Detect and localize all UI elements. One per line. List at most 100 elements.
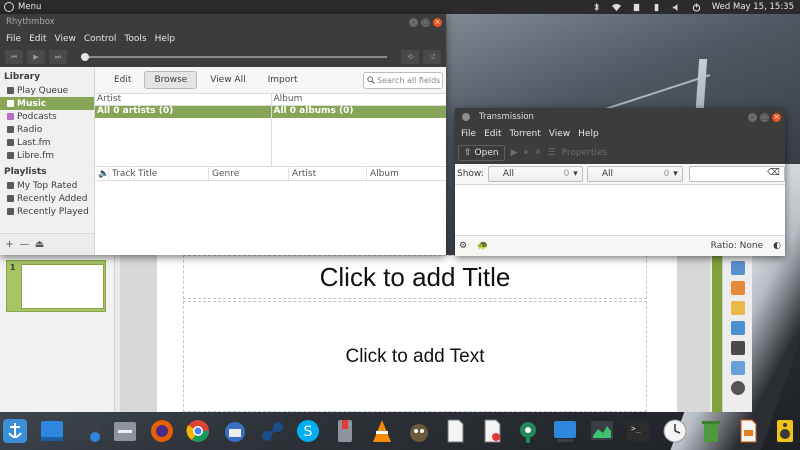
clock-datetime[interactable]: Wed May 15, 15:35 xyxy=(712,2,794,12)
slide-transition-icon[interactable] xyxy=(730,281,745,295)
steam-launcher[interactable] xyxy=(256,415,287,447)
gimp-launcher[interactable] xyxy=(403,415,434,447)
sidebar-item-podcasts[interactable]: Podcasts xyxy=(0,110,94,123)
torrent-list[interactable] xyxy=(455,185,785,235)
sidebar-item-recently-added[interactable]: Recently Added xyxy=(0,192,94,205)
shuffle-icon[interactable]: ⤮ xyxy=(423,50,441,64)
chrome-launcher[interactable] xyxy=(183,415,214,447)
add-playlist-button[interactable]: + xyxy=(3,238,16,251)
presentation-launcher[interactable] xyxy=(733,415,764,447)
preferences-gear-icon[interactable]: ⚙ xyxy=(459,241,467,251)
import-button[interactable]: Import xyxy=(259,72,307,88)
sidebar-item-librefm[interactable]: Libre.fm xyxy=(0,149,94,162)
firefox-launcher[interactable] xyxy=(147,415,178,447)
speaker-launcher[interactable] xyxy=(769,415,800,447)
clipboard-icon[interactable] xyxy=(632,3,641,12)
battery-icon[interactable] xyxy=(652,3,661,12)
monitor-launcher[interactable] xyxy=(586,415,617,447)
minimize-icon[interactable]: – xyxy=(409,17,418,27)
clock-launcher[interactable] xyxy=(659,415,690,447)
view-all-button[interactable]: View All xyxy=(201,72,254,88)
artist-all-row[interactable]: All 0 artists (0) xyxy=(95,106,271,118)
menu-help[interactable]: Help xyxy=(574,129,603,139)
menu-edit[interactable]: Edit xyxy=(25,34,50,44)
maximize-icon[interactable]: □ xyxy=(760,112,769,122)
master-slides-icon[interactable] xyxy=(730,321,745,335)
close-icon[interactable]: × xyxy=(433,17,442,27)
seek-slider[interactable] xyxy=(81,53,387,61)
turtle-speed-icon[interactable]: 🐢 xyxy=(477,241,488,251)
clear-search-icon[interactable]: ⌫ xyxy=(767,168,780,178)
power-icon[interactable] xyxy=(692,2,701,12)
slide-thumbnail-1[interactable]: 1 xyxy=(6,260,106,312)
bluetooth-icon[interactable] xyxy=(592,2,601,12)
transmission-titlebar[interactable]: Transmission – □ × xyxy=(455,108,785,126)
play-icon[interactable]: ▶ xyxy=(27,50,45,64)
archive-launcher[interactable] xyxy=(330,415,361,447)
start-icon[interactable]: ▶ xyxy=(511,148,518,158)
open-button[interactable]: ⇧ Open xyxy=(458,144,505,161)
settings-gear-launcher[interactable] xyxy=(513,415,544,447)
column-album[interactable]: Album xyxy=(367,167,437,181)
sidebar-item-my-top-rated[interactable]: My Top Rated xyxy=(0,179,94,192)
document-launcher[interactable] xyxy=(440,415,471,447)
title-placeholder[interactable]: Click to add Title xyxy=(183,255,647,299)
terminal-launcher[interactable]: >_ xyxy=(623,415,654,447)
sidebar-item-radio[interactable]: Radio xyxy=(0,123,94,136)
previous-icon[interactable]: ⏮ xyxy=(5,50,23,64)
trash-launcher[interactable] xyxy=(696,415,727,447)
properties-icon[interactable] xyxy=(730,261,745,275)
close-icon[interactable]: × xyxy=(772,112,781,122)
menu-tools[interactable]: Tools xyxy=(120,34,150,44)
wifi-icon[interactable] xyxy=(611,3,621,12)
column-artist[interactable]: Artist xyxy=(289,166,367,181)
skype-launcher[interactable]: S xyxy=(293,415,324,447)
activity-filter-select[interactable]: All 0 ▾ xyxy=(487,166,583,182)
screenshot-launcher[interactable] xyxy=(73,415,104,447)
seek-knob[interactable] xyxy=(81,53,89,61)
editor-launcher[interactable] xyxy=(476,415,507,447)
column-title[interactable]: Title xyxy=(135,166,209,181)
sidebar-item-lastfm[interactable]: Last.fm xyxy=(0,136,94,149)
album-header[interactable]: Album xyxy=(271,94,446,106)
sidebar-item-recently-played[interactable]: Recently Played xyxy=(0,205,94,218)
ratio-text[interactable]: Ratio: None xyxy=(711,241,763,251)
search-input[interactable]: Search all fields xyxy=(363,71,443,89)
edit-button[interactable]: Edit xyxy=(105,72,140,88)
menu-torrent[interactable]: Torrent xyxy=(506,129,545,139)
pause-icon[interactable]: ⏸ xyxy=(524,148,529,158)
text-placeholder[interactable]: Click to add Text xyxy=(183,301,647,412)
remove-icon[interactable]: ✕ xyxy=(534,148,542,158)
anchor-launcher[interactable] xyxy=(0,415,31,447)
sidebar-item-music[interactable]: Music xyxy=(0,97,94,110)
files-launcher[interactable] xyxy=(110,415,141,447)
tracker-filter-select[interactable]: All 0 ▾ xyxy=(586,166,683,182)
menu-file[interactable]: File xyxy=(2,34,25,44)
rhythmbox-titlebar[interactable]: Rhythmbox – □ × xyxy=(0,14,446,30)
gallery-icon[interactable] xyxy=(730,361,745,375)
repeat-icon[interactable]: ⟲ xyxy=(401,50,419,64)
properties-button[interactable]: Properties xyxy=(562,148,607,158)
navigator-icon[interactable] xyxy=(730,381,745,395)
slide-canvas[interactable]: Click to add Title Click to add Text xyxy=(157,255,677,412)
sidebar-item-play-queue[interactable]: Play Queue xyxy=(0,84,94,97)
minimize-icon[interactable]: – xyxy=(748,112,757,122)
animation-icon[interactable] xyxy=(730,301,745,315)
display-launcher[interactable] xyxy=(550,415,581,447)
vlc-launcher[interactable] xyxy=(366,415,397,447)
torrent-search-input[interactable]: ⌫ xyxy=(688,166,785,182)
app-menu-button[interactable]: Menu xyxy=(0,2,41,12)
artist-header[interactable]: Artist xyxy=(95,94,271,106)
desktop-launcher[interactable] xyxy=(37,415,68,447)
maximize-icon[interactable]: □ xyxy=(421,17,430,27)
column-track[interactable]: Track xyxy=(109,166,136,181)
styles-icon[interactable] xyxy=(730,341,745,355)
menu-edit[interactable]: Edit xyxy=(480,129,505,139)
album-all-row[interactable]: All 0 albums (0) xyxy=(271,106,446,118)
menu-view[interactable]: View xyxy=(545,129,574,139)
menu-file[interactable]: File xyxy=(457,129,480,139)
volume-icon[interactable] xyxy=(672,3,681,12)
menu-help[interactable]: Help xyxy=(151,34,180,44)
thunderbird-launcher[interactable] xyxy=(220,415,251,447)
remove-playlist-button[interactable]: — xyxy=(18,238,31,251)
